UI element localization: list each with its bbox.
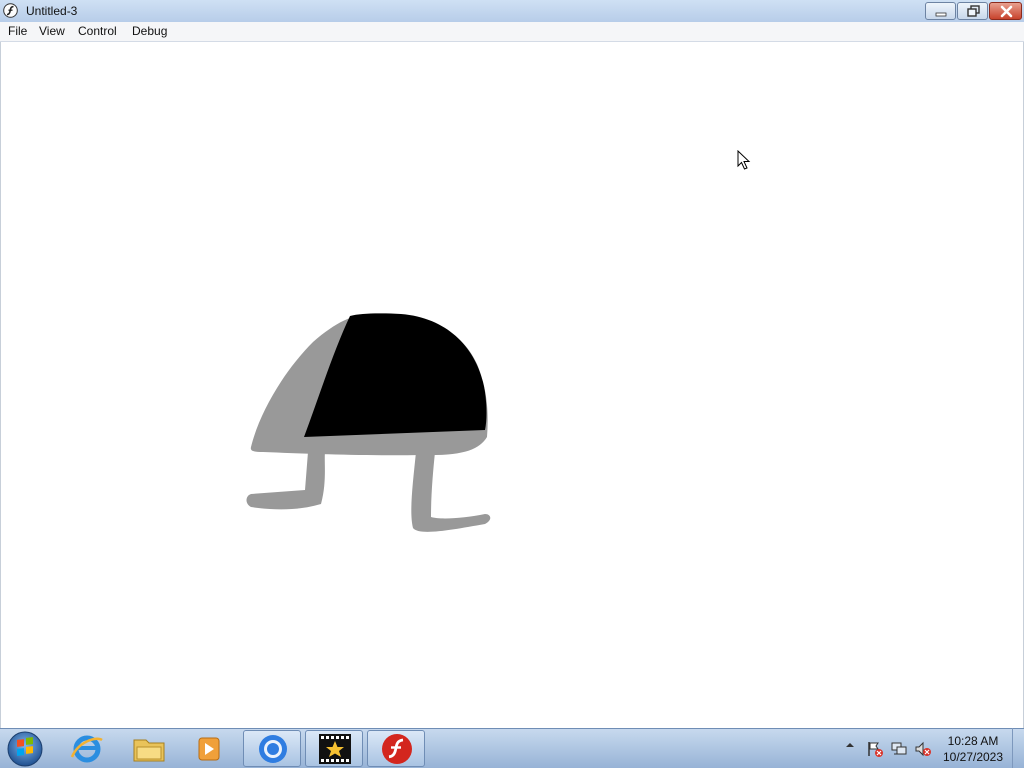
figure-right-leg: [411, 452, 491, 532]
menu-bar: File View Control Debug: [0, 22, 1024, 42]
network-icon[interactable]: [890, 740, 908, 758]
taskbar-internet-explorer[interactable]: [58, 730, 116, 767]
internet-explorer-icon: [70, 735, 103, 763]
flash-stage[interactable]: [0, 42, 1024, 728]
restore-icon: [967, 5, 980, 17]
flash-app-icon: [3, 3, 18, 18]
movie-maker-icon: [319, 734, 351, 764]
start-button-icon[interactable]: [6, 730, 44, 768]
close-icon: [1000, 5, 1013, 18]
minimize-button[interactable]: [925, 2, 956, 20]
show-desktop-button[interactable]: [1012, 728, 1024, 768]
taskbar-chrome[interactable]: [243, 730, 301, 767]
clock-time: 10:28 AM: [947, 734, 999, 748]
menu-control[interactable]: Control: [78, 24, 117, 38]
menu-debug[interactable]: Debug: [132, 24, 167, 38]
chrome-icon: [259, 735, 287, 763]
title-bar[interactable]: Untitled-3: [0, 0, 1024, 22]
system-clock[interactable]: 10:28 AM 10/27/2023: [938, 733, 1008, 765]
media-player-icon: [198, 737, 220, 761]
taskbar-file-explorer[interactable]: [120, 730, 178, 767]
clock-date: 10/27/2023: [942, 750, 1004, 764]
flash-player-window: Untitled-3 File View Control Debug: [0, 0, 1024, 728]
flash-player-icon: [382, 734, 412, 764]
taskbar-flash-player[interactable]: [367, 730, 425, 767]
mouse-cursor-icon: [737, 150, 751, 170]
taskbar-movie-maker[interactable]: [305, 730, 363, 767]
minimize-icon: [935, 12, 947, 17]
volume-muted-icon[interactable]: [914, 740, 932, 758]
show-hidden-icons-icon[interactable]: [845, 740, 855, 750]
taskbar-media-player[interactable]: [180, 730, 238, 767]
restore-button[interactable]: [957, 2, 988, 20]
file-explorer-icon: [133, 739, 165, 762]
stage-drawing: [246, 313, 491, 532]
figure-left-leg: [246, 452, 325, 510]
menu-file[interactable]: File: [8, 24, 27, 38]
menu-view[interactable]: View: [39, 24, 65, 38]
close-button[interactable]: [989, 2, 1022, 20]
window-title: Untitled-3: [26, 4, 78, 18]
action-center-flag-icon[interactable]: [866, 740, 884, 758]
